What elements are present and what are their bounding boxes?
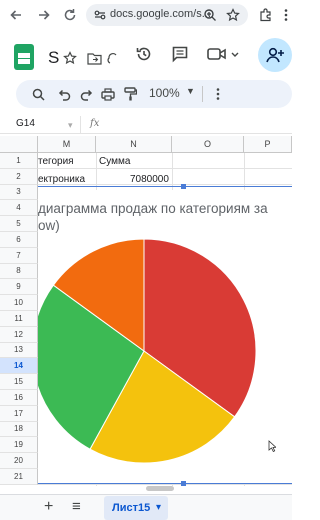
- row-header-1[interactable]: 1: [0, 153, 38, 169]
- row-header-13[interactable]: 13: [0, 342, 38, 359]
- arrow-left-icon[interactable]: [8, 7, 24, 23]
- history-icon[interactable]: [134, 44, 154, 64]
- formula-divider: [80, 116, 81, 134]
- row-header-6[interactable]: 6: [0, 232, 38, 248]
- meet-icon[interactable]: [206, 44, 240, 64]
- gridline: [38, 167, 292, 169]
- zoom-select[interactable]: 100%: [149, 86, 180, 100]
- cell-n1[interactable]: Сумма: [99, 156, 130, 167]
- chart-selection-border: [38, 483, 292, 484]
- row-header-7[interactable]: 7: [0, 247, 38, 264]
- row-header-3[interactable]: 3: [0, 184, 38, 201]
- reload-icon[interactable]: [62, 7, 78, 23]
- select-all-corner[interactable]: [0, 136, 38, 153]
- chart-resize-handle[interactable]: [181, 184, 186, 189]
- zoom-icon[interactable]: [202, 7, 218, 23]
- all-sheets-button[interactable]: ≡: [72, 498, 81, 515]
- cloud-status-icon: [104, 50, 120, 66]
- share-icon: [266, 47, 284, 63]
- star-icon[interactable]: [225, 7, 241, 23]
- name-box[interactable]: G14: [16, 118, 35, 129]
- share-button[interactable]: [258, 38, 292, 72]
- add-sheet-button[interactable]: +: [44, 498, 53, 516]
- row-header-20[interactable]: 20: [0, 453, 38, 469]
- comments-icon[interactable]: [170, 44, 190, 64]
- extensions-icon[interactable]: [258, 7, 274, 23]
- cell-n2[interactable]: 7080000: [130, 174, 169, 185]
- row-header-9[interactable]: 9: [0, 279, 38, 296]
- row-header-5[interactable]: 5: [0, 216, 38, 232]
- search-icon[interactable]: [30, 86, 46, 102]
- pie-chart[interactable]: диаграмма продаж по категориям за ow): [38, 190, 292, 484]
- column-header-o[interactable]: O: [172, 136, 244, 153]
- row-header-10[interactable]: 10: [0, 295, 38, 311]
- row-header-18[interactable]: 18: [0, 421, 38, 438]
- fx-icon: fx: [90, 118, 100, 129]
- mouse-cursor-icon: [268, 440, 278, 455]
- row-header-4[interactable]: 4: [0, 200, 38, 217]
- chevron-down-icon[interactable]: ▼: [186, 86, 195, 96]
- sheet-tab-label[interactable]: Лист15: [112, 502, 150, 514]
- move-folder-icon[interactable]: [86, 50, 102, 66]
- row-header-14[interactable]: 14: [0, 358, 38, 375]
- sheet-tab-menu-icon[interactable]: ▾: [156, 502, 161, 513]
- horizontal-scrollbar-thumb[interactable]: [146, 486, 174, 491]
- redo-icon[interactable]: [78, 86, 94, 102]
- row-header-2[interactable]: 2: [0, 168, 38, 185]
- column-header-n[interactable]: N: [96, 136, 172, 153]
- row-header-8[interactable]: 8: [0, 263, 38, 280]
- formula-input[interactable]: [110, 116, 292, 134]
- chart-selection-border: [38, 186, 292, 187]
- site-info-icon[interactable]: [92, 7, 108, 23]
- undo-icon[interactable]: [56, 86, 72, 102]
- column-header-m[interactable]: M: [38, 136, 96, 153]
- arrow-right-icon[interactable]: [36, 7, 52, 23]
- name-box-dropdown-icon[interactable]: ▾: [68, 120, 73, 131]
- row-header-17[interactable]: 17: [0, 405, 38, 422]
- sheets-logo-icon[interactable]: [14, 44, 34, 70]
- star-icon[interactable]: [62, 50, 78, 66]
- more-options-icon[interactable]: [210, 86, 226, 102]
- paint-format-icon[interactable]: [122, 86, 138, 102]
- toolbar-divider: [202, 86, 203, 102]
- pie-chart-svg: [38, 238, 257, 464]
- menu-dots-icon[interactable]: [278, 7, 292, 23]
- row-header-12[interactable]: 12: [0, 326, 38, 343]
- column-header-p[interactable]: P: [244, 136, 292, 153]
- print-icon[interactable]: [100, 86, 116, 102]
- row-header-19[interactable]: 19: [0, 437, 38, 454]
- row-header-11[interactable]: 11: [0, 311, 38, 327]
- document-title[interactable]: S: [48, 48, 59, 68]
- chart-resize-handle[interactable]: [181, 481, 186, 486]
- row-header-21[interactable]: 21: [0, 469, 38, 485]
- row-header-16[interactable]: 16: [0, 390, 38, 406]
- row-header-15[interactable]: 15: [0, 374, 38, 390]
- cell-m1[interactable]: тегория: [38, 156, 74, 167]
- cell-m2[interactable]: ектроника: [38, 174, 85, 185]
- url-text[interactable]: docs.google.com/s...: [110, 8, 211, 20]
